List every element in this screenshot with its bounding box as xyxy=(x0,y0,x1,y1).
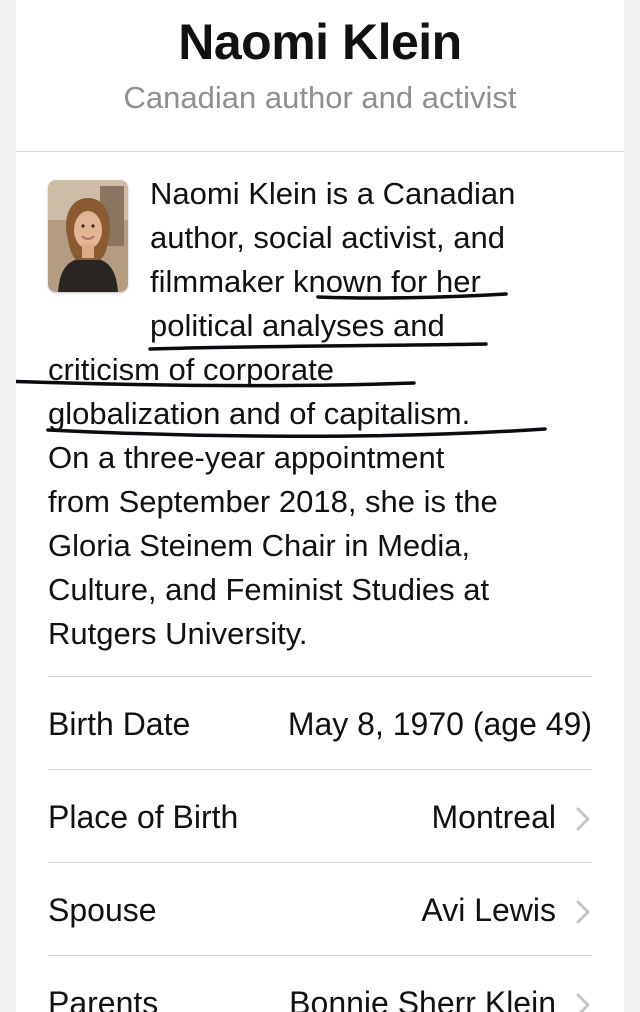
row-divider xyxy=(48,769,592,770)
page-subtitle: Canadian author and activist xyxy=(123,80,517,115)
summary-line: from September 2018, she is the xyxy=(48,484,498,519)
summary-line: Naomi Klein is a Canadian xyxy=(150,176,516,211)
header-divider xyxy=(16,151,624,152)
summary-line: Rutgers University. xyxy=(48,616,308,651)
row-divider xyxy=(48,955,592,956)
chevron-right-icon xyxy=(576,993,590,1012)
card-header: Naomi Klein Canadian author and activist xyxy=(16,0,624,152)
chevron-right-icon xyxy=(576,807,590,831)
fact-row-birth-date: Birth Date May 8, 1970 (age 49) xyxy=(48,676,624,768)
fact-row-parents[interactable]: Parents Bonnie Sherr Klein xyxy=(48,955,624,1012)
summary-line: Culture, and Feminist Studies at xyxy=(48,572,490,607)
summary-text: Naomi Klein is a Canadian author, social… xyxy=(16,172,624,652)
summary-line: filmmaker known for her xyxy=(150,264,481,299)
chevron-right-icon xyxy=(576,900,590,924)
row-divider xyxy=(48,862,592,863)
fact-value: Bonnie Sherr Klein xyxy=(289,985,556,1012)
knowledge-card: Naomi Klein Canadian author and activist… xyxy=(16,0,624,1012)
fact-value: May 8, 1970 (age 49) xyxy=(287,706,592,742)
fact-value: Avi Lewis xyxy=(421,892,556,928)
fact-row-spouse[interactable]: Spouse Avi Lewis xyxy=(48,862,624,954)
summary-line: Gloria Steinem Chair in Media, xyxy=(48,528,471,563)
summary-line: globalization and of capitalism. xyxy=(48,396,471,431)
fact-label: Spouse xyxy=(48,892,157,928)
summary-line: author, social activist, and xyxy=(150,220,505,255)
summary-line: On a three-year appointment xyxy=(48,440,445,475)
fact-row-place-of-birth[interactable]: Place of Birth Montreal xyxy=(48,769,624,861)
fact-label: Birth Date xyxy=(48,706,191,742)
fact-value: Montreal xyxy=(431,799,557,835)
fact-label: Place of Birth xyxy=(48,799,239,835)
page-title: Naomi Klein xyxy=(178,14,462,70)
summary-line: criticism of corporate xyxy=(48,352,334,387)
fact-label: Parents xyxy=(48,985,159,1012)
row-divider xyxy=(48,676,592,677)
summary-line: political analyses and xyxy=(150,308,445,343)
